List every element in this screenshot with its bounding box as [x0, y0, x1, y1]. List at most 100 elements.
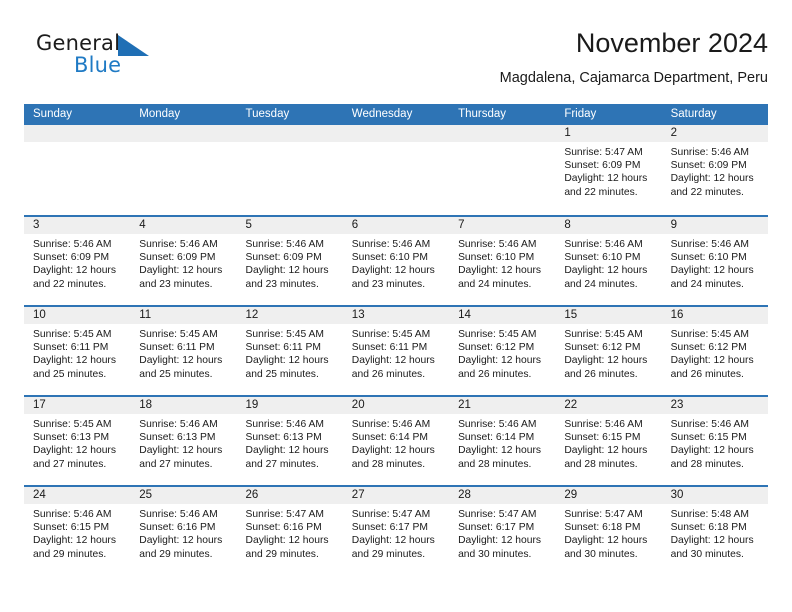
day-number: 9 [661, 217, 768, 234]
weekday-header-monday: Monday [139, 108, 181, 120]
daylight-text-line1: Daylight: 12 hours [458, 355, 542, 367]
day-number: 26 [236, 487, 343, 504]
calendar-day-cell[interactable]: 20 Sunrise: 5:46 AM Sunset: 6:14 PM Dayligh… [342, 397, 450, 485]
daylight-text-line1: Daylight: 12 hours [245, 355, 329, 367]
sunrise-text: Sunrise: 5:46 AM [564, 239, 643, 250]
calendar-day-cell[interactable]: 1 Sunrise: 5:47 AM Sunset: 6:09 PM Daylight… [555, 125, 662, 215]
calendar-day-cell[interactable]: 11 Sunrise: 5:45 AM Sunset: 6:11 PM Dayligh… [130, 307, 237, 395]
day-details: Sunrise: 5:45 AM Sunset: 6:11 PM Daylight:… [237, 324, 343, 381]
calendar-day-cell[interactable]: 28 Sunrise: 5:47 AM Sunset: 6:17 PM Dayligh… [449, 487, 556, 575]
day-number: 28 [449, 487, 556, 504]
daylight-text-line1: Daylight: 12 hours [33, 355, 116, 367]
sunrise-text: Sunrise: 5:47 AM [564, 509, 643, 520]
calendar-week-row: 10 Sunrise: 5:45 AM Sunset: 6:11 PM Dayligh… [24, 305, 768, 395]
daylight-text-line1: Daylight: 12 hours [139, 535, 223, 547]
calendar-day-cell[interactable]: 22 Sunrise: 5:46 AM Sunset: 6:15 PM Dayligh… [555, 397, 662, 485]
daylight-text-line1: Daylight: 12 hours [458, 265, 542, 277]
weekday-header-saturday: Saturday [670, 108, 717, 120]
sunrise-text: Sunrise: 5:46 AM [670, 147, 750, 158]
daylight-text-line2: and 25 minutes. [33, 368, 107, 380]
calendar-day-cell[interactable]: 15 Sunrise: 5:45 AM Sunset: 6:12 PM Dayligh… [555, 307, 662, 395]
sunset-text: Sunset: 6:15 PM [670, 432, 747, 444]
calendar-day-cell[interactable]: 5 Sunrise: 5:46 AM Sunset: 6:09 PM Daylight… [236, 217, 343, 305]
daylight-text-line1: Daylight: 12 hours [351, 535, 435, 547]
day-number: 20 [342, 397, 450, 414]
sunset-text: Sunset: 6:12 PM [564, 342, 641, 354]
day-details: Sunrise: 5:46 AM Sunset: 6:09 PM Daylight:… [24, 234, 130, 291]
calendar-day-cell[interactable]: 12 Sunrise: 5:45 AM Sunset: 6:11 PM Dayligh… [236, 307, 343, 395]
general-blue-logo[interactable]: General Blue [36, 30, 166, 82]
daylight-text-line1: Daylight: 12 hours [564, 445, 648, 457]
day-details: Sunrise: 5:46 AM Sunset: 6:09 PM Daylight:… [237, 234, 343, 291]
sunset-text: Sunset: 6:09 PM [139, 252, 216, 264]
calendar-day-cell[interactable]: 10 Sunrise: 5:45 AM Sunset: 6:11 PM Dayligh… [24, 307, 131, 395]
day-details: Sunrise: 5:46 AM Sunset: 6:15 PM Daylight:… [555, 414, 661, 471]
day-number: 15 [555, 307, 662, 324]
calendar-day-cell[interactable]: 7 Sunrise: 5:46 AM Sunset: 6:10 PM Daylight… [449, 217, 556, 305]
calendar-day-cell[interactable]: 6 Sunrise: 5:46 AM Sunset: 6:10 PM Daylight… [342, 217, 450, 305]
day-number: 7 [449, 217, 556, 234]
calendar-day-cell[interactable]: 30 Sunrise: 5:48 AM Sunset: 6:18 PM Dayligh… [661, 487, 768, 575]
calendar-day-cell[interactable]: 23 Sunrise: 5:46 AM Sunset: 6:15 PM Dayligh… [661, 397, 768, 485]
day-number [342, 125, 450, 142]
calendar-day-cell[interactable]: 2 Sunrise: 5:46 AM Sunset: 6:09 PM Daylight… [661, 125, 768, 215]
daylight-text-line1: Daylight: 12 hours [670, 173, 754, 185]
daylight-text-line1: Daylight: 12 hours [245, 265, 329, 277]
day-number: 19 [236, 397, 343, 414]
calendar-day-cell[interactable]: 25 Sunrise: 5:46 AM Sunset: 6:16 PM Dayligh… [130, 487, 237, 575]
sunrise-text: Sunrise: 5:46 AM [564, 419, 643, 430]
sunset-text: Sunset: 6:16 PM [245, 522, 322, 534]
sunset-text: Sunset: 6:14 PM [351, 432, 428, 444]
logo-text-blue: Blue [74, 53, 122, 77]
calendar-day-cell[interactable]: 14 Sunrise: 5:45 AM Sunset: 6:12 PM Dayligh… [449, 307, 556, 395]
calendar-day-cell-empty [130, 125, 237, 215]
sunset-text: Sunset: 6:10 PM [670, 252, 747, 264]
daylight-text-line2: and 28 minutes. [670, 458, 744, 470]
day-details: Sunrise: 5:46 AM Sunset: 6:14 PM Daylight:… [343, 414, 449, 471]
calendar-day-cell-empty [24, 125, 131, 215]
daylight-text-line2: and 29 minutes. [351, 548, 426, 560]
sunset-text: Sunset: 6:09 PM [33, 252, 110, 264]
calendar-day-cell[interactable]: 3 Sunrise: 5:46 AM Sunset: 6:09 PM Daylight… [24, 217, 131, 305]
calendar-day-cell[interactable]: 24 Sunrise: 5:46 AM Sunset: 6:15 PM Dayligh… [24, 487, 131, 575]
sunset-text: Sunset: 6:10 PM [458, 252, 535, 264]
sunrise-text: Sunrise: 5:45 AM [33, 329, 112, 340]
sunrise-text: Sunrise: 5:46 AM [245, 239, 324, 250]
day-number: 11 [130, 307, 237, 324]
calendar-day-cell[interactable]: 26 Sunrise: 5:47 AM Sunset: 6:16 PM Dayligh… [236, 487, 343, 575]
daylight-text-line1: Daylight: 12 hours [139, 355, 223, 367]
calendar-day-cell[interactable]: 16 Sunrise: 5:45 AM Sunset: 6:12 PM Dayligh… [661, 307, 768, 395]
daylight-text-line1: Daylight: 12 hours [33, 535, 116, 547]
calendar-day-cell[interactable]: 18 Sunrise: 5:46 AM Sunset: 6:13 PM Dayligh… [130, 397, 237, 485]
calendar-day-cell[interactable]: 4 Sunrise: 5:46 AM Sunset: 6:09 PM Daylight… [130, 217, 237, 305]
calendar-day-cell[interactable]: 29 Sunrise: 5:47 AM Sunset: 6:18 PM Dayligh… [555, 487, 662, 575]
sunrise-text: Sunrise: 5:45 AM [564, 329, 643, 340]
daylight-text-line1: Daylight: 12 hours [564, 173, 648, 185]
day-details: Sunrise: 5:47 AM Sunset: 6:16 PM Daylight:… [237, 504, 343, 561]
day-number: 6 [342, 217, 450, 234]
calendar-day-cell[interactable]: 17 Sunrise: 5:45 AM Sunset: 6:13 PM Dayligh… [24, 397, 131, 485]
calendar-day-cell[interactable]: 27 Sunrise: 5:47 AM Sunset: 6:17 PM Dayligh… [342, 487, 450, 575]
daylight-text-line2: and 27 minutes. [33, 458, 107, 470]
sunrise-text: Sunrise: 5:46 AM [670, 419, 750, 430]
daylight-text-line1: Daylight: 12 hours [351, 355, 435, 367]
daylight-text-line2: and 29 minutes. [139, 548, 213, 560]
sunset-text: Sunset: 6:13 PM [139, 432, 216, 444]
calendar-day-cell[interactable]: 19 Sunrise: 5:46 AM Sunset: 6:13 PM Dayligh… [236, 397, 343, 485]
calendar-day-cell[interactable]: 13 Sunrise: 5:45 AM Sunset: 6:11 PM Dayligh… [342, 307, 450, 395]
calendar-page: General Blue November 2024 Magdalena, Ca… [0, 0, 792, 612]
day-details: Sunrise: 5:46 AM Sunset: 6:09 PM Daylight:… [662, 142, 768, 199]
calendar-day-cell[interactable]: 9 Sunrise: 5:46 AM Sunset: 6:10 PM Daylight… [661, 217, 768, 305]
daylight-text-line1: Daylight: 12 hours [564, 535, 648, 547]
page-subtitle-location: Magdalena, Cajamarca Department, Peru [499, 70, 768, 86]
sunset-text: Sunset: 6:09 PM [564, 160, 641, 172]
daylight-text-line2: and 27 minutes. [245, 458, 319, 470]
calendar-day-cell[interactable]: 8 Sunrise: 5:46 AM Sunset: 6:10 PM Daylight… [555, 217, 662, 305]
day-details: Sunrise: 5:45 AM Sunset: 6:11 PM Daylight:… [24, 324, 130, 381]
daylight-text-line1: Daylight: 12 hours [351, 265, 435, 277]
day-number: 4 [130, 217, 237, 234]
day-details: Sunrise: 5:45 AM Sunset: 6:12 PM Daylight:… [662, 324, 768, 381]
daylight-text-line1: Daylight: 12 hours [139, 445, 223, 457]
day-details: Sunrise: 5:45 AM Sunset: 6:12 PM Daylight:… [555, 324, 661, 381]
calendar-day-cell[interactable]: 21 Sunrise: 5:46 AM Sunset: 6:14 PM Dayligh… [449, 397, 556, 485]
